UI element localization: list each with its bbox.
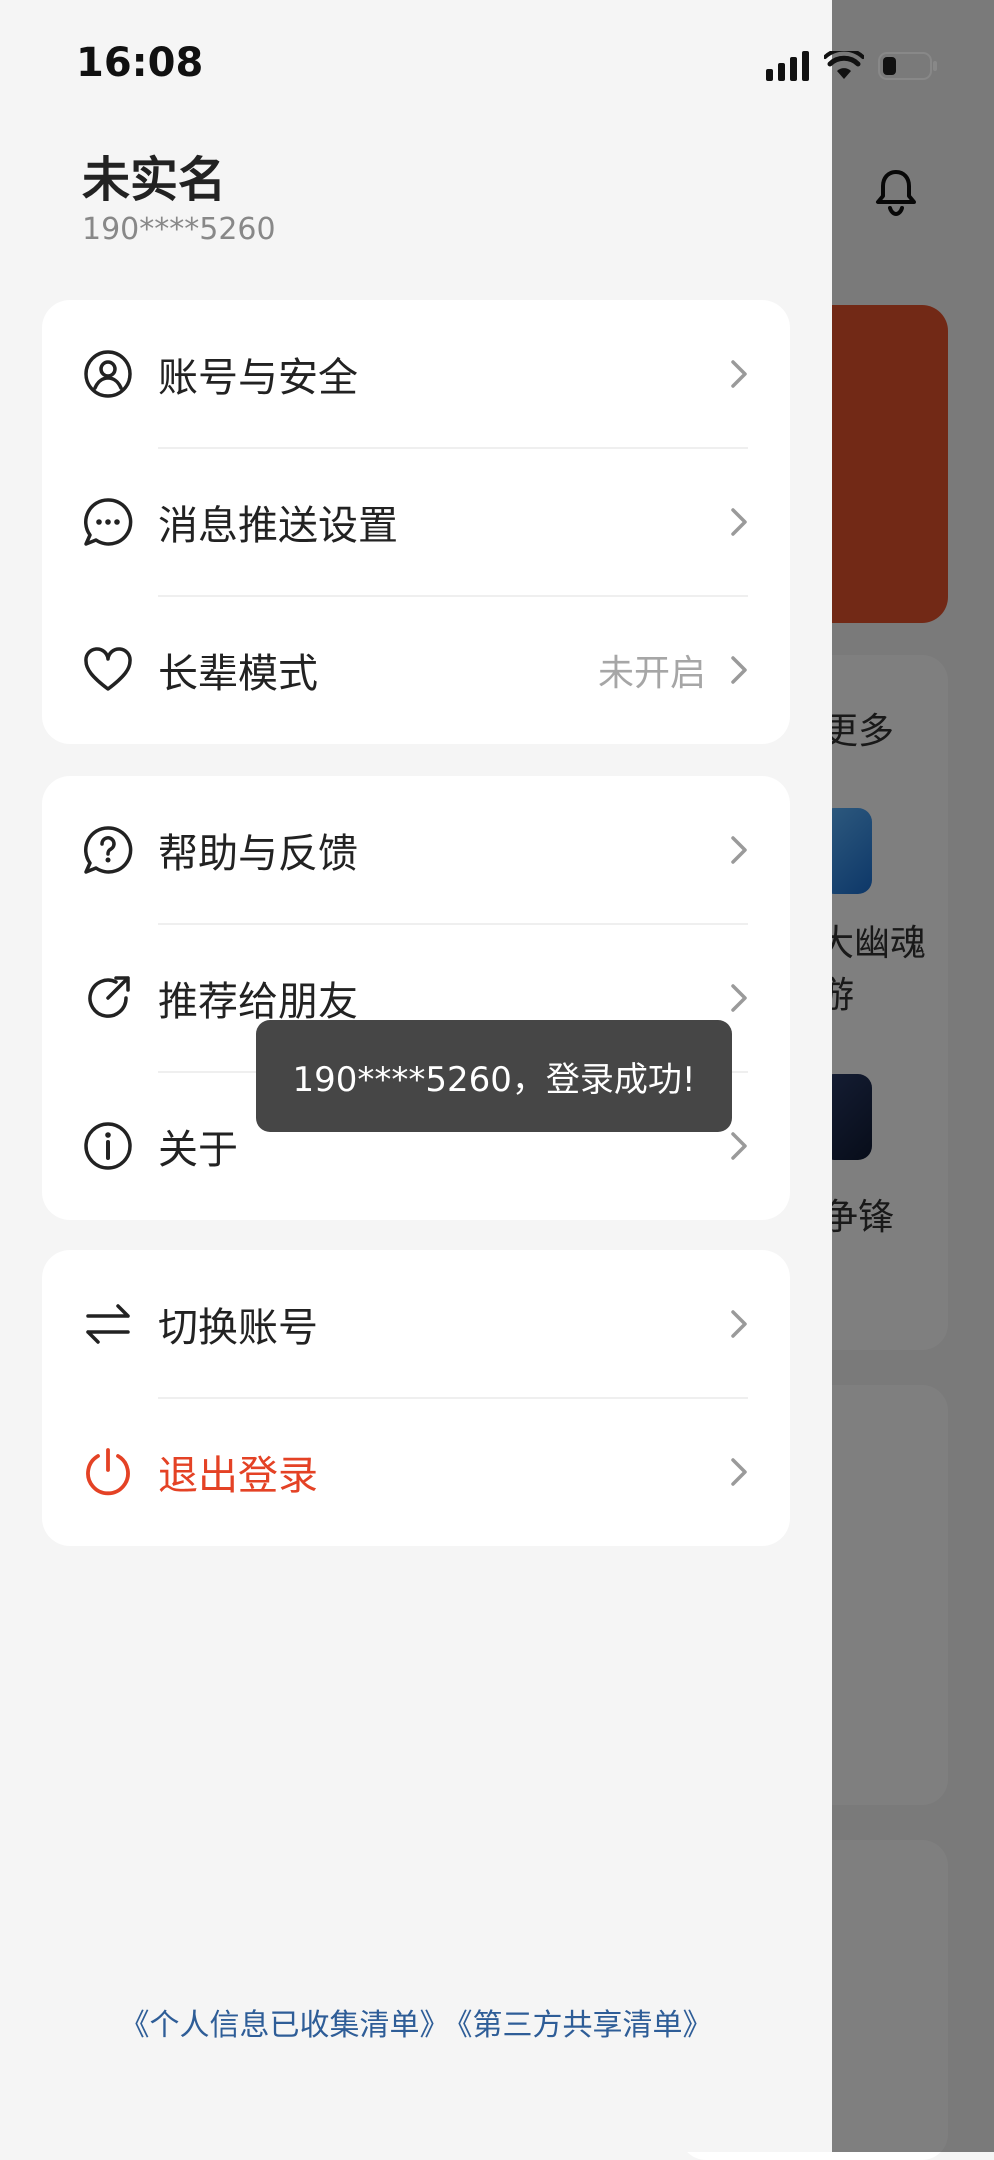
menu-label: 推荐给朋友 [158, 979, 358, 1025]
menu-item-account-security[interactable]: 账号与安全 [42, 300, 790, 448]
chevron-right-icon [731, 1458, 747, 1486]
personal-info-list-link[interactable]: 《个人信息已收集清单》 [120, 2008, 450, 2043]
signal-icon [766, 51, 809, 81]
menu-item-logout[interactable]: 退出登录 [42, 1398, 790, 1546]
battery-icon [878, 52, 937, 80]
menu-item-switch-account[interactable]: 切换账号 [42, 1250, 790, 1398]
power-icon [86, 1448, 130, 1496]
menu-label: 退出登录 [158, 1453, 318, 1499]
status-icons [766, 46, 938, 86]
menu-label: 关于 [158, 1127, 238, 1173]
chevron-right-icon [731, 508, 747, 536]
menu-item-elder-mode[interactable]: 长辈模式 未开启 [42, 596, 790, 744]
menu-item-help-feedback[interactable]: 帮助与反馈 [42, 776, 790, 924]
elder-mode-status: 未开启 [597, 653, 706, 694]
privacy-links: 《个人信息已收集清单》 《第三方共享清单》 [0, 2000, 832, 2044]
chevron-right-icon [731, 1310, 747, 1338]
menu-label: 账号与安全 [158, 355, 358, 401]
wifi-icon [824, 51, 864, 79]
settings-card: 账号与安全 消息推送设置 长辈模式 未开启 [42, 300, 790, 744]
switch-arrows-icon [86, 1304, 130, 1344]
chevron-right-icon [731, 836, 747, 864]
menu-label: 切换账号 [158, 1305, 318, 1351]
status-time: 16:08 [76, 40, 204, 86]
chevron-right-icon [731, 984, 747, 1012]
account-card: 切换账号 退出登录 [42, 1250, 790, 1546]
question-bubble-icon [84, 826, 133, 874]
heart-icon [84, 647, 132, 691]
user-name[interactable]: 未实名 [82, 140, 226, 210]
menu-label: 消息推送设置 [158, 503, 398, 549]
support-card: 帮助与反馈 推荐给朋友 关于 [42, 776, 790, 1220]
menu-label: 帮助与反馈 [158, 831, 358, 877]
menu-label: 长辈模式 [158, 651, 318, 697]
info-icon [84, 1122, 132, 1170]
login-success-toast: 190****5260，登录成功! [256, 1020, 732, 1132]
third-party-sharing-link[interactable]: 《第三方共享清单》 [458, 2008, 713, 2043]
user-phone: 190****5260 [82, 212, 276, 247]
chevron-right-icon [731, 656, 747, 684]
chevron-right-icon [731, 360, 747, 388]
chevron-right-icon [731, 1132, 747, 1160]
user-circle-icon [84, 350, 132, 398]
menu-item-push-settings[interactable]: 消息推送设置 [42, 448, 790, 596]
share-arrow-icon [88, 976, 130, 1018]
message-bubble-icon [84, 498, 133, 546]
